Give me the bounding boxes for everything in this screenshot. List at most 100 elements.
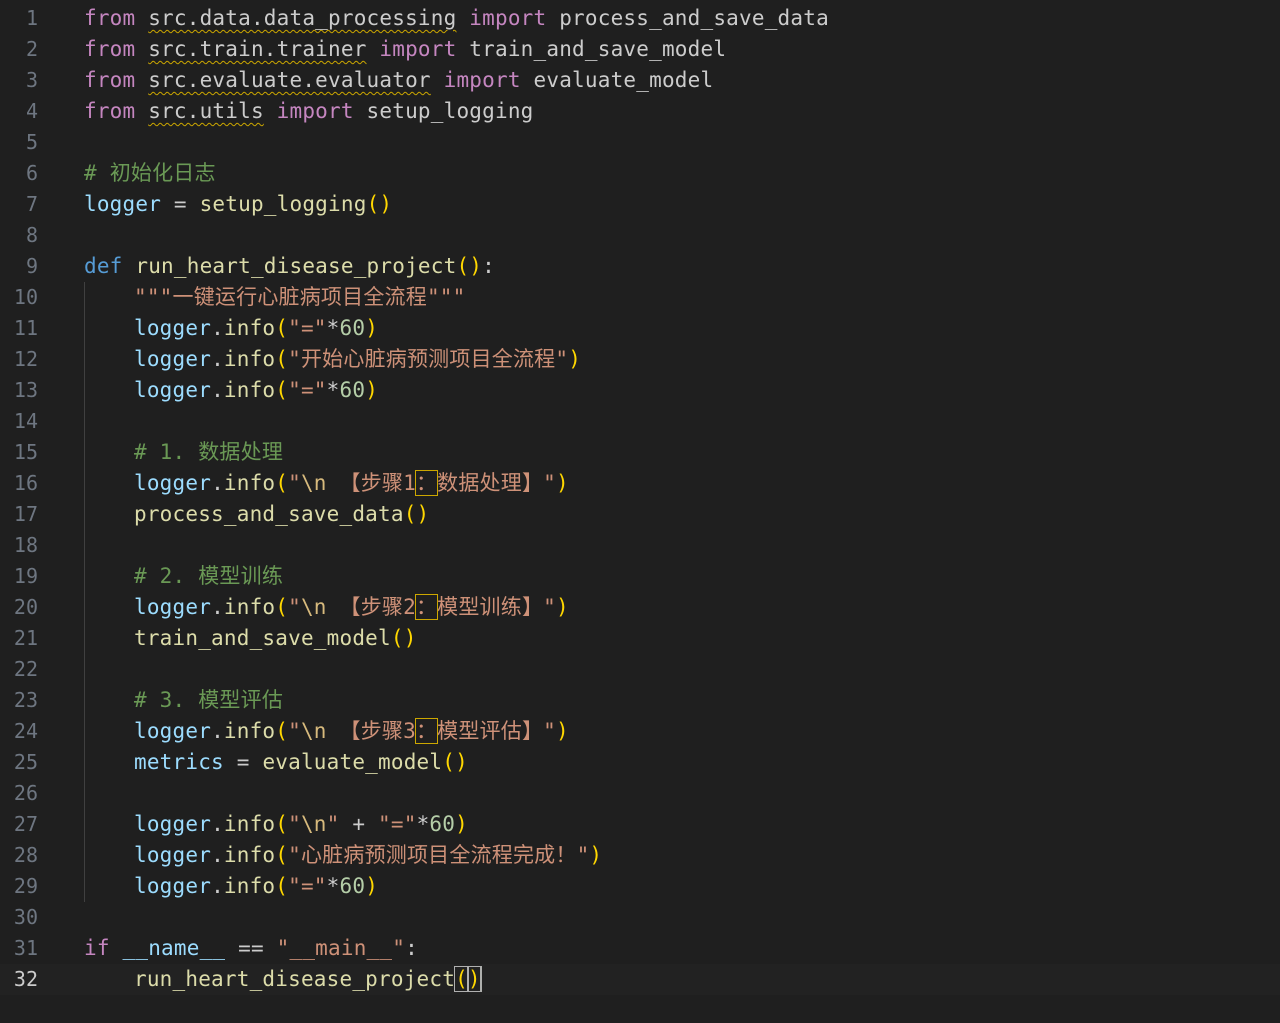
- code-token: .: [211, 874, 224, 898]
- line-code[interactable]: from src.utils import setup_logging: [84, 96, 534, 127]
- line-code[interactable]: # 3. 模型评估: [134, 685, 283, 716]
- text-cursor: [480, 966, 482, 992]
- code-token: 60: [339, 874, 366, 898]
- code-line[interactable]: 28 logger.info("心脏病预测项目全流程完成！"): [0, 840, 1280, 871]
- code-line[interactable]: 9 def run_heart_disease_project():: [0, 251, 1280, 282]
- code-line[interactable]: 10 """一键运行心脏病项目全流程""": [0, 282, 1280, 313]
- code-line[interactable]: 25 metrics = evaluate_model(): [0, 747, 1280, 778]
- code-token: logger: [84, 192, 162, 216]
- code-token: 【步骤: [339, 471, 404, 495]
- line-code[interactable]: from src.evaluate.evaluator import evalu…: [84, 65, 713, 96]
- line-number: 27: [13, 812, 38, 836]
- line-code[interactable]: # 2. 模型训练: [134, 561, 283, 592]
- code-token: ): [365, 378, 379, 402]
- code-token: (: [275, 347, 289, 371]
- code-line[interactable]: 30: [0, 902, 1280, 933]
- line-number: 19: [13, 564, 38, 588]
- line-code[interactable]: # 初始化日志: [84, 158, 216, 189]
- line-code[interactable]: from src.train.trainer import train_and_…: [84, 34, 726, 65]
- code-line[interactable]: 21 train_and_save_model(): [0, 623, 1280, 654]
- code-line[interactable]: 4 from src.utils import setup_logging: [0, 96, 1280, 127]
- code-token: 开始心脏病预测项目全流程: [300, 347, 556, 371]
- code-token: 3: [403, 719, 416, 743]
- line-code[interactable]: # 1. 数据处理: [134, 437, 283, 468]
- code-token: 数据处理】: [437, 471, 544, 495]
- code-line[interactable]: 27 logger.info("\n" + "="*60): [0, 809, 1280, 840]
- code-token: info: [223, 843, 276, 867]
- code-token: 模型训练】: [437, 595, 544, 619]
- code-token: \n: [300, 471, 327, 495]
- code-line[interactable]: 2 from src.train.trainer import train_and…: [0, 34, 1280, 65]
- line-code[interactable]: if __name__ == "__main__":: [84, 933, 418, 964]
- code-line[interactable]: 15 # 1. 数据处理: [0, 437, 1280, 468]
- line-code[interactable]: logger.info("开始心脏病预测项目全流程"): [134, 344, 581, 375]
- line-code[interactable]: from src.data.data_processing import pro…: [84, 3, 829, 34]
- line-number: 21: [13, 626, 38, 650]
- code-line[interactable]: 17 process_and_save_data(): [0, 499, 1280, 530]
- line-code[interactable]: logger.info("\n 【步骤1：数据处理】"): [134, 468, 569, 499]
- code-line[interactable]: 11 logger.info("="*60): [0, 313, 1280, 344]
- code-token: from: [84, 37, 136, 61]
- line-code[interactable]: logger.info("="*60): [134, 375, 378, 406]
- code-line[interactable]: 32 run_heart_disease_project(): [0, 964, 1280, 995]
- line-code[interactable]: def run_heart_disease_project():: [84, 251, 495, 282]
- code-line[interactable]: 8: [0, 220, 1280, 251]
- line-code[interactable]: train_and_save_model(): [134, 623, 417, 654]
- code-token: """: [134, 285, 173, 309]
- line-code[interactable]: metrics = evaluate_model(): [134, 747, 468, 778]
- line-code[interactable]: logger.info("\n 【步骤3：模型评估】"): [134, 716, 569, 747]
- line-code[interactable]: logger.info("="*60): [134, 313, 378, 344]
- line-code[interactable]: logger.info("\n 【步骤2：模型训练】"): [134, 592, 569, 623]
- code-line[interactable]: 19 # 2. 模型训练: [0, 561, 1280, 592]
- code-line[interactable]: 29 logger.info("="*60): [0, 871, 1280, 902]
- code-token: *: [326, 378, 340, 402]
- line-code[interactable]: """一键运行心脏病项目全流程""": [134, 282, 465, 313]
- code-token: "=": [288, 874, 327, 898]
- code-token: src.data.data_processing: [148, 6, 457, 30]
- code-line[interactable]: 7 logger = setup_logging(): [0, 189, 1280, 220]
- line-code[interactable]: logger.info("="*60): [134, 871, 378, 902]
- code-token: logger: [134, 471, 212, 495]
- line-number: 25: [13, 750, 38, 774]
- code-line[interactable]: 1 from src.data.data_processing import pr…: [0, 3, 1280, 34]
- code-line[interactable]: 6 # 初始化日志: [0, 158, 1280, 189]
- line-code[interactable]: logger = setup_logging(): [84, 189, 392, 220]
- code-line[interactable]: 12 logger.info("开始心脏病预测项目全流程"): [0, 344, 1280, 375]
- line-number: 29: [13, 874, 38, 898]
- code-token: :: [405, 936, 418, 960]
- line-code[interactable]: logger.info("\n" + "="*60): [134, 809, 468, 840]
- code-line[interactable]: 23 # 3. 模型评估: [0, 685, 1280, 716]
- code-line[interactable]: 13 logger.info("="*60): [0, 375, 1280, 406]
- code-token: ): [455, 812, 468, 836]
- code-token: logger: [134, 595, 212, 619]
- code-token: (: [275, 812, 289, 836]
- code-line[interactable]: 18: [0, 530, 1280, 561]
- code-line[interactable]: 26: [0, 778, 1280, 809]
- line-code[interactable]: run_heart_disease_project(): [134, 964, 482, 995]
- line-number: 10: [13, 285, 38, 309]
- line-code[interactable]: logger.info("心脏病预测项目全流程完成！"): [134, 840, 602, 871]
- code-token: *: [326, 316, 340, 340]
- line-number: 3: [25, 68, 38, 92]
- code-token: import: [469, 6, 547, 30]
- code-token: ": [288, 812, 301, 836]
- code-line[interactable]: 22: [0, 654, 1280, 685]
- code-line[interactable]: 31 if __name__ == "__main__":: [0, 933, 1280, 964]
- code-line[interactable]: 3 from src.evaluate.evaluator import eval…: [0, 65, 1280, 96]
- code-line[interactable]: 24 logger.info("\n 【步骤3：模型评估】"): [0, 716, 1280, 747]
- code-line[interactable]: 20 logger.info("\n 【步骤2：模型训练】"): [0, 592, 1280, 623]
- code-line[interactable]: 14: [0, 406, 1280, 437]
- line-code[interactable]: process_and_save_data(): [134, 499, 429, 530]
- code-line[interactable]: 5: [0, 127, 1280, 158]
- code-token: .: [211, 471, 224, 495]
- line-number: 23: [13, 688, 38, 712]
- code-line[interactable]: 16 logger.info("\n 【步骤1：数据处理】"): [0, 468, 1280, 499]
- code-editor[interactable]: 1 from src.data.data_processing import pr…: [0, 0, 1280, 1023]
